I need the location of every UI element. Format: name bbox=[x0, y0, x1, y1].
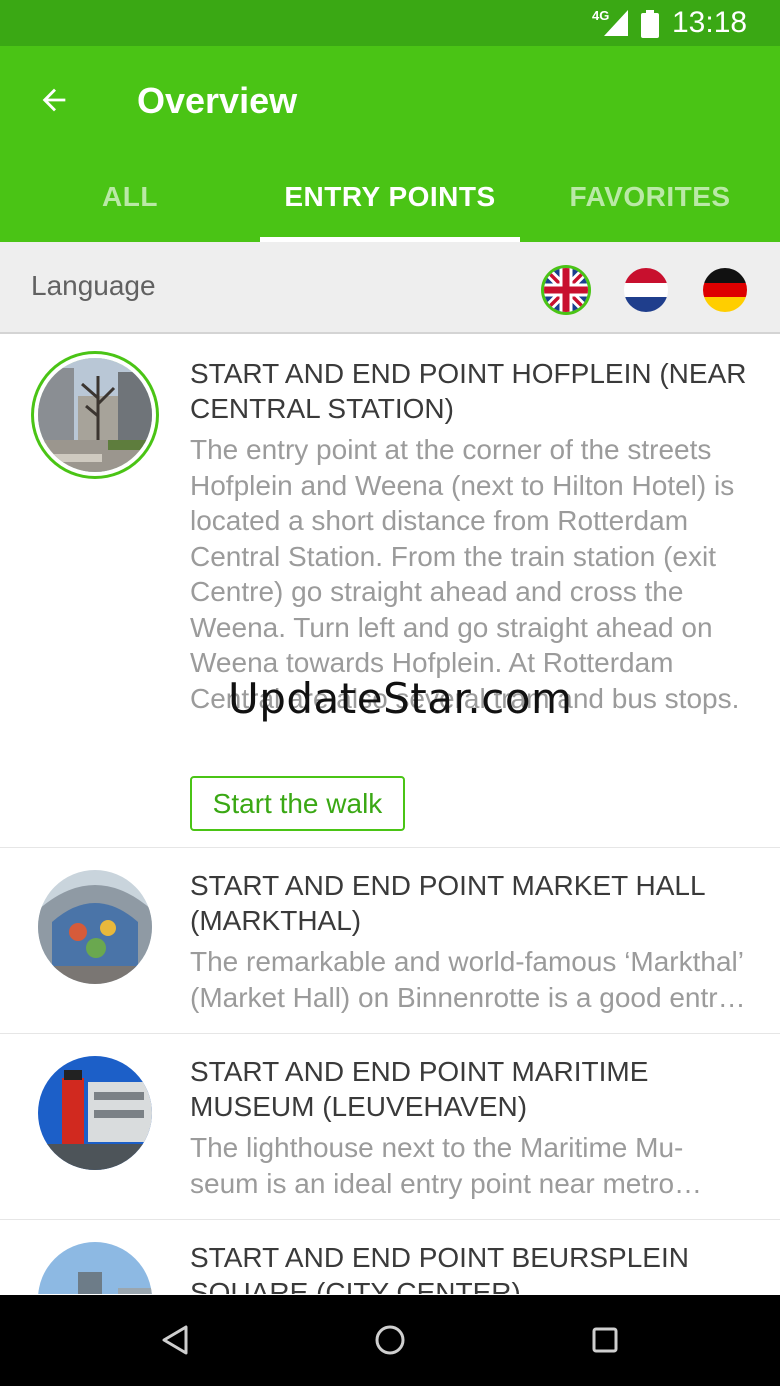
germany-flag-icon bbox=[703, 268, 747, 312]
netherlands-flag-button[interactable] bbox=[624, 268, 668, 312]
tab-all[interactable]: ALL bbox=[0, 152, 260, 242]
entry-title: START AND END POINT HOFPLEIN (NEAR CENTR… bbox=[190, 358, 747, 424]
list-item[interactable]: START AND END POINT HOFPLEIN (NEAR CENTR… bbox=[0, 334, 780, 848]
nav-home-icon bbox=[375, 1325, 405, 1355]
markthal-thumbnail bbox=[38, 870, 152, 984]
tab-bar: ALL ENTRY POINTS FAVORITES bbox=[0, 152, 780, 242]
arrow-back-icon bbox=[42, 88, 66, 112]
germany-flag-button[interactable] bbox=[703, 268, 747, 312]
maritime-museum-thumbnail bbox=[38, 1056, 152, 1170]
nav-home-button[interactable] bbox=[370, 1320, 410, 1360]
beursplein-thumbnail bbox=[38, 1242, 152, 1294]
entry-point-list: START AND END POINT HOFPLEIN (NEAR CENTR… bbox=[0, 334, 780, 1294]
uk-flag-button[interactable] bbox=[544, 268, 588, 312]
entry-title: START AND END POINT MARITIME MUSEUM (LEU… bbox=[190, 1056, 649, 1122]
back-button[interactable] bbox=[26, 72, 82, 128]
nav-back-icon bbox=[162, 1325, 188, 1355]
nav-recents-icon bbox=[592, 1327, 618, 1353]
cell-signal-icon bbox=[604, 10, 628, 36]
page-title: Overview bbox=[137, 80, 298, 121]
uk-flag-icon bbox=[544, 268, 588, 312]
status-bar: 4G 13:18 bbox=[0, 0, 780, 46]
tab-favorites[interactable]: FAVORITES bbox=[520, 152, 780, 242]
nav-recents-button[interactable] bbox=[585, 1320, 625, 1360]
entry-description: The entry point at the corner of the str… bbox=[190, 434, 740, 714]
entry-title: START AND END POINT BEURSPLEIN SQUARE (C… bbox=[190, 1242, 689, 1294]
nav-back-button[interactable] bbox=[155, 1320, 195, 1360]
entry-description: The remarkable and world-famous ‘Marktha… bbox=[190, 946, 743, 1013]
tab-entry-points[interactable]: ENTRY POINTS bbox=[260, 152, 520, 242]
list-item[interactable]: START AND END POINT MARKET HALL (MARKTHA… bbox=[0, 848, 780, 1034]
netherlands-flag-icon bbox=[624, 268, 668, 312]
entry-description: The lighthouse next to the Maritime Mu-s… bbox=[190, 1132, 684, 1199]
battery-icon bbox=[641, 10, 659, 38]
language-label: Language bbox=[31, 270, 156, 301]
app-bar: Overview ALL ENTRY POINTS FAVORITES bbox=[0, 46, 780, 242]
language-bar: Language bbox=[0, 242, 780, 334]
list-item[interactable]: START AND END POINT MARITIME MUSEUM (LEU… bbox=[0, 1034, 780, 1220]
clock: 13:18 bbox=[672, 6, 748, 39]
entry-title: START AND END POINT MARKET HALL (MARKTHA… bbox=[190, 870, 705, 936]
hofplein-thumbnail bbox=[38, 358, 152, 472]
list-item[interactable]: START AND END POINT BEURSPLEIN SQUARE (C… bbox=[0, 1220, 780, 1294]
start-walk-button[interactable]: Start the walk bbox=[190, 776, 405, 831]
system-nav-bar bbox=[0, 1295, 780, 1386]
